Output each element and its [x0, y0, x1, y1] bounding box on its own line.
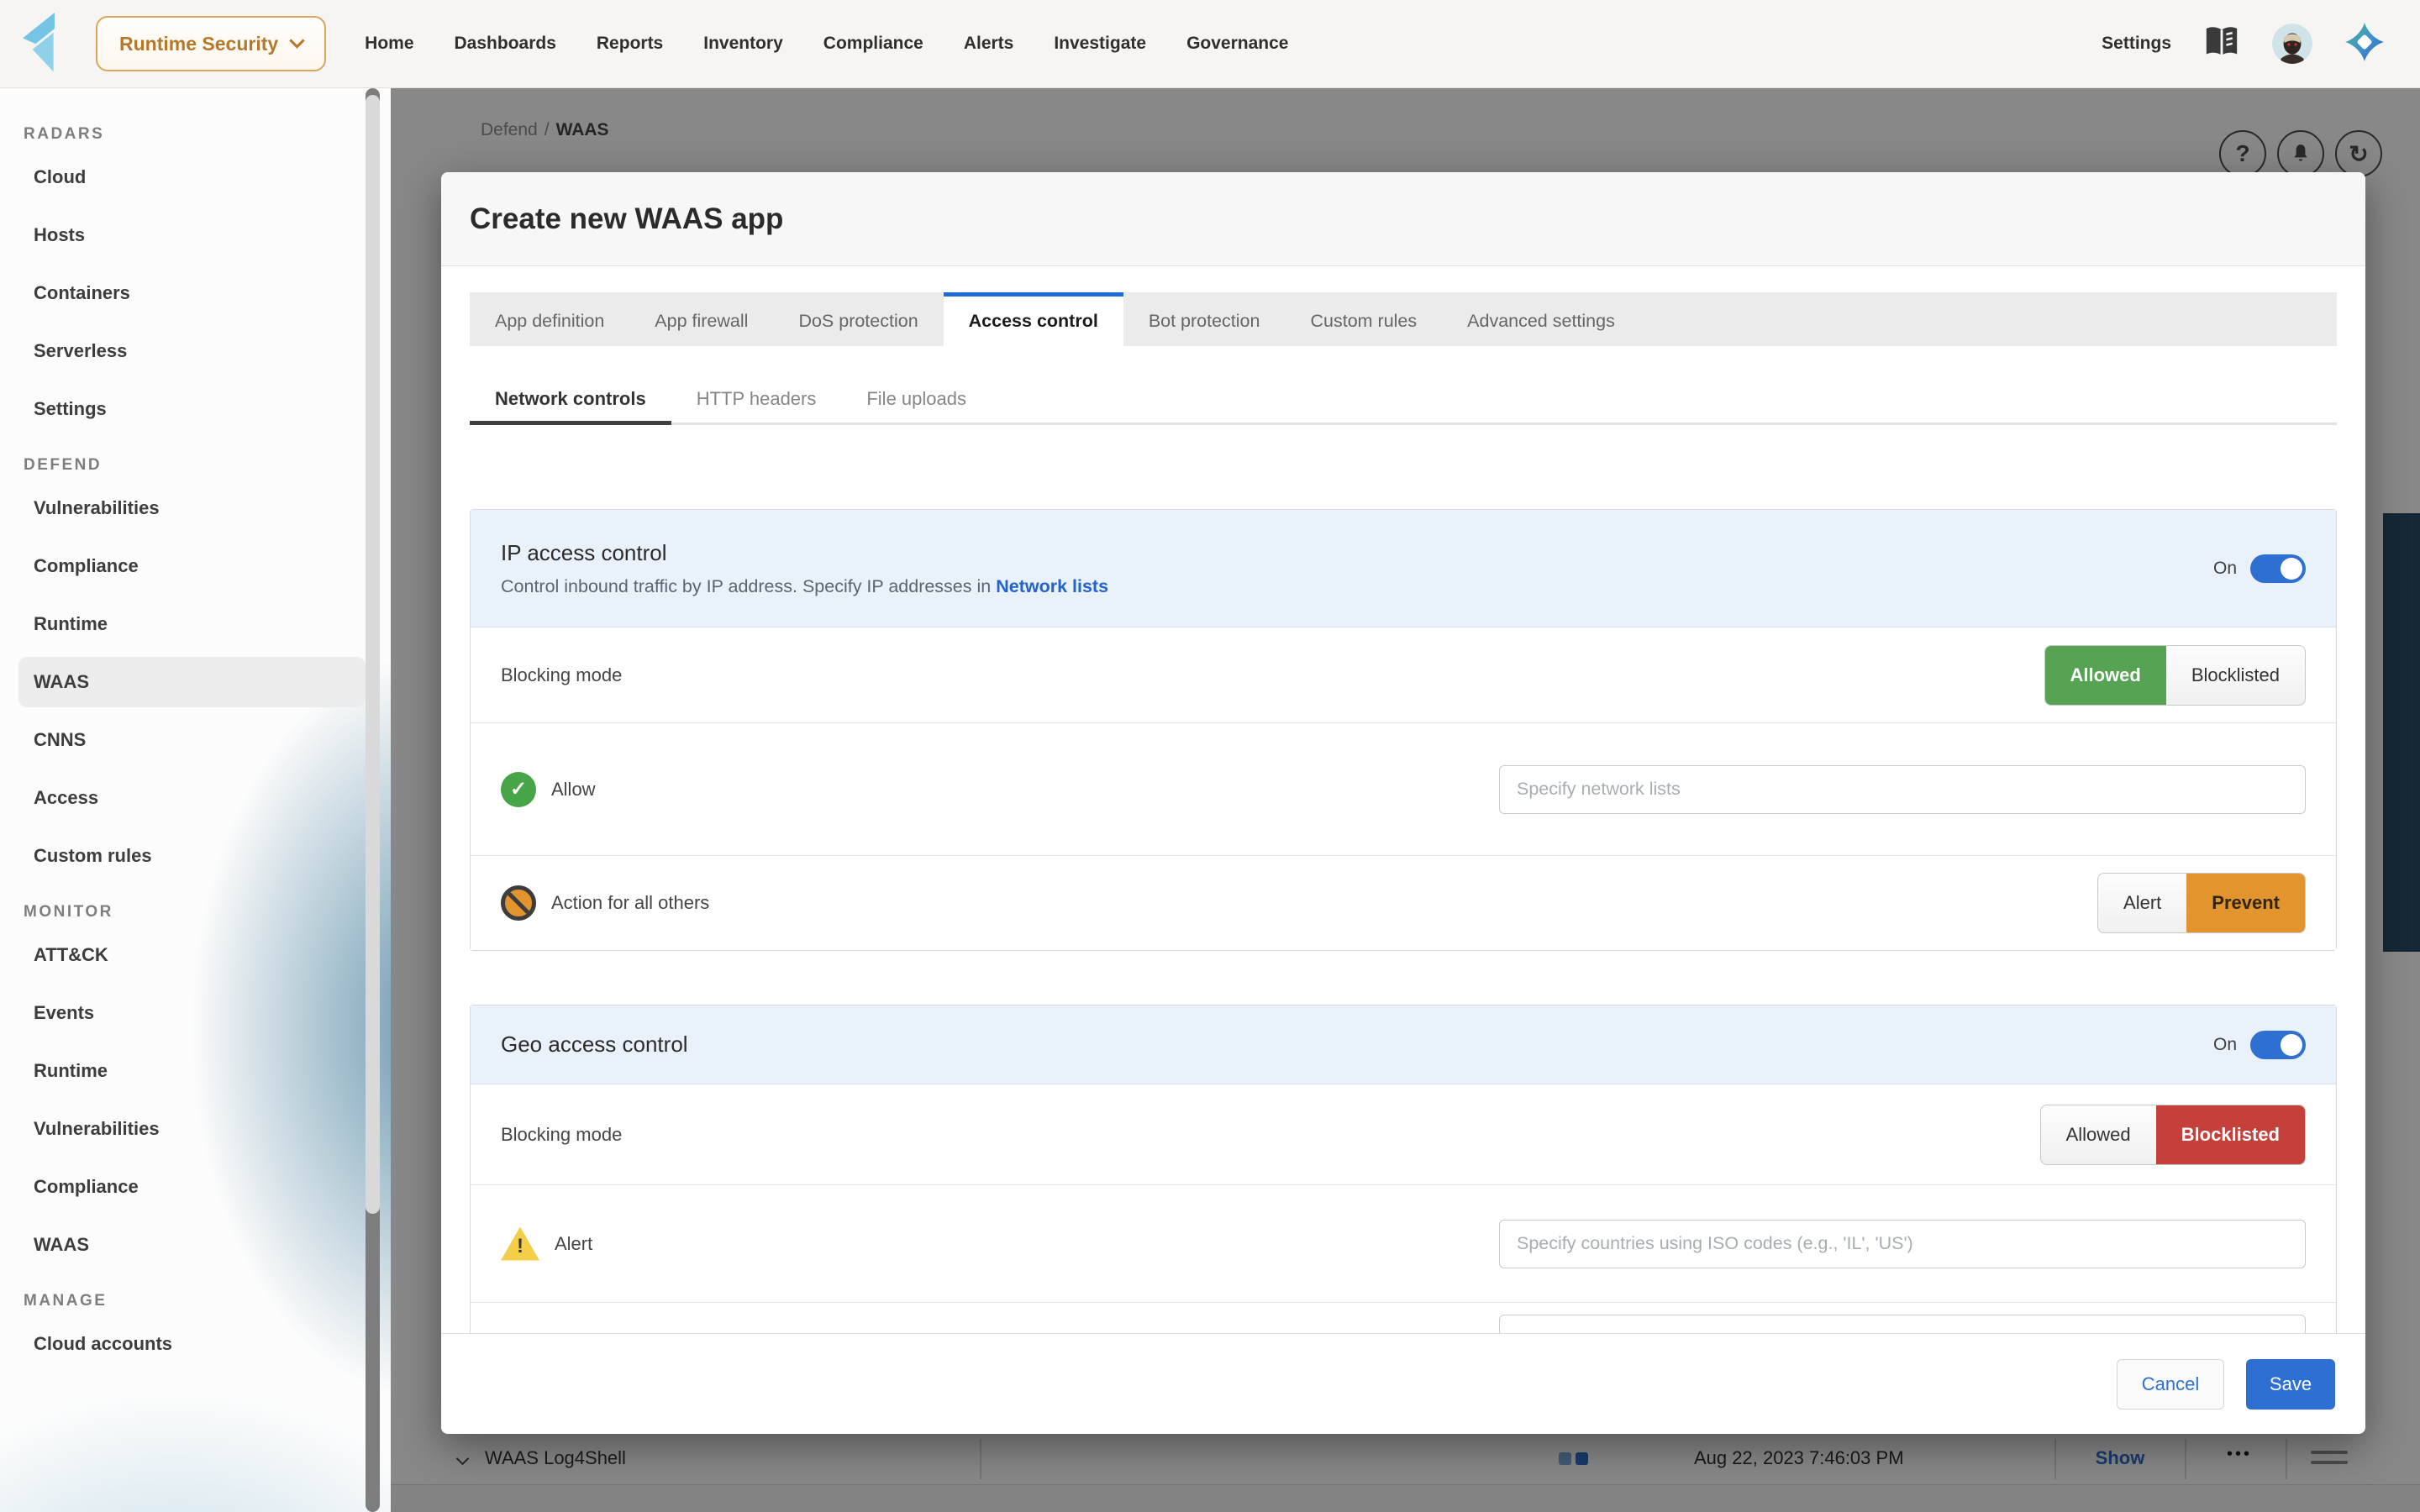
sidebar-item-containers[interactable]: Containers	[18, 268, 366, 318]
sidebar-item-serverless[interactable]: Serverless	[18, 326, 366, 376]
ip-blocking-mode-segmented: Allowed Blocklisted	[2044, 645, 2307, 706]
nav-item-dashboards[interactable]: Dashboards	[455, 34, 556, 54]
nav-item-investigate[interactable]: Investigate	[1054, 34, 1146, 54]
ip-allowed-button[interactable]: Allowed	[2045, 646, 2166, 705]
nav-item-compliance[interactable]: Compliance	[823, 34, 923, 54]
geo-access-toggle[interactable]	[2250, 1031, 2306, 1059]
nav-item-alerts[interactable]: Alerts	[964, 34, 1014, 54]
ip-section-title: IP access control	[501, 540, 1108, 566]
sidebar-scrollbar-thumb[interactable]	[366, 95, 380, 1214]
sidebar-item-vulnerabilities-monitor[interactable]: Vulnerabilities	[18, 1104, 366, 1154]
subtab-file-uploads[interactable]: File uploads	[841, 376, 992, 425]
ip-blocklisted-button[interactable]: Blocklisted	[2166, 646, 2305, 705]
tab-bot-protection[interactable]: Bot protection	[1123, 292, 1286, 346]
alert-warning-icon	[501, 1227, 539, 1261]
geo-section-title: Geo access control	[501, 1032, 688, 1058]
runtime-security-logo-icon	[20, 13, 59, 75]
ip-access-toggle[interactable]	[2250, 554, 2306, 583]
subtab-network-controls[interactable]: Network controls	[470, 376, 671, 425]
tab-app-firewall[interactable]: App firewall	[629, 292, 773, 346]
sidebar-item-runtime[interactable]: Runtime	[18, 599, 366, 649]
ip-action-segmented: Alert Prevent	[2097, 873, 2306, 933]
ip-access-control-section: IP access control Control inbound traffi…	[470, 509, 2337, 951]
sidebar-section-radars: RADARS	[24, 125, 391, 145]
modal-title: Create new WAAS app	[470, 202, 783, 236]
tab-dos-protection[interactable]: DoS protection	[773, 292, 943, 346]
sidebar-item-compliance-monitor[interactable]: Compliance	[18, 1162, 366, 1212]
nav-item-inventory[interactable]: Inventory	[703, 34, 783, 54]
tab-custom-rules[interactable]: Custom rules	[1285, 292, 1442, 346]
geo-allowed-button[interactable]: Allowed	[2041, 1105, 2156, 1164]
sidebar: RADARS Cloud Hosts Containers Serverless…	[0, 88, 391, 1512]
nav-item-settings[interactable]: Settings	[2102, 34, 2171, 54]
geo-access-control-section: Geo access control On Blocking mode Allo…	[470, 1005, 2337, 1371]
top-nav: Runtime Security Home Dashboards Reports…	[0, 0, 2420, 88]
modal-footer: Cancel Save	[441, 1333, 2365, 1434]
modal-tabs: App definition App firewall DoS protecti…	[470, 292, 2337, 346]
ip-toggle-state-label: On	[2213, 559, 2237, 579]
modal-subtabs: Network controls HTTP headers File uploa…	[470, 376, 2337, 425]
ip-section-description: Control inbound traffic by IP address. S…	[501, 576, 1108, 597]
geo-alert-label: Alert	[555, 1233, 592, 1255]
nav-item-home[interactable]: Home	[365, 34, 413, 54]
action-for-others-label: Action for all others	[551, 892, 709, 914]
sidebar-item-access[interactable]: Access	[18, 773, 366, 823]
sidebar-item-attck[interactable]: ATT&CK	[18, 930, 366, 980]
subtab-http-headers[interactable]: HTTP headers	[671, 376, 842, 425]
sidebar-item-events[interactable]: Events	[18, 988, 366, 1038]
allow-label: Allow	[551, 779, 596, 801]
create-waas-app-modal: Create new WAAS app App definition App f…	[441, 172, 2365, 1434]
save-button[interactable]: Save	[2246, 1359, 2335, 1410]
allow-check-icon	[501, 772, 536, 807]
tab-app-definition[interactable]: App definition	[470, 292, 629, 346]
prohibition-icon	[501, 885, 536, 921]
sidebar-item-hosts[interactable]: Hosts	[18, 210, 366, 260]
tab-access-control[interactable]: Access control	[944, 292, 1123, 346]
sidebar-item-waas-active[interactable]: WAAS	[18, 657, 366, 707]
sidebar-section-defend: DEFEND	[24, 456, 391, 476]
sidebar-item-waas-monitor[interactable]: WAAS	[18, 1220, 366, 1270]
sidebar-item-cloud-accounts[interactable]: Cloud accounts	[18, 1319, 366, 1369]
network-lists-input[interactable]	[1499, 765, 2306, 814]
chevron-down-icon	[289, 33, 304, 48]
sidebar-item-compliance[interactable]: Compliance	[18, 541, 366, 591]
sidebar-item-runtime-monitor[interactable]: Runtime	[18, 1046, 366, 1096]
documentation-book-icon[interactable]	[2203, 25, 2240, 63]
sidebar-section-manage: MANAGE	[24, 1292, 391, 1312]
sidebar-item-custom-rules[interactable]: Custom rules	[18, 831, 366, 881]
geo-blocking-mode-label: Blocking mode	[501, 1124, 622, 1146]
geo-blocklisted-button[interactable]: Blocklisted	[2156, 1105, 2305, 1164]
main-nav: Home Dashboards Reports Inventory Compli…	[365, 34, 1288, 54]
ip-prevent-button[interactable]: Prevent	[2186, 874, 2305, 932]
ip-blocking-mode-label: Blocking mode	[501, 664, 622, 686]
user-avatar[interactable]	[2272, 24, 2312, 64]
sidebar-item-cloud[interactable]: Cloud	[18, 152, 366, 202]
product-switcher[interactable]: Runtime Security	[96, 16, 326, 71]
geo-toggle-state-label: On	[2213, 1035, 2237, 1055]
network-lists-link[interactable]: Network lists	[996, 576, 1108, 596]
sidebar-item-cnns[interactable]: CNNS	[18, 715, 366, 765]
modal-header: Create new WAAS app	[441, 172, 2365, 266]
product-switcher-label: Runtime Security	[119, 33, 278, 55]
sidebar-section-monitor: MONITOR	[24, 903, 391, 923]
ip-alert-button[interactable]: Alert	[2098, 874, 2186, 932]
tab-advanced-settings[interactable]: Advanced settings	[1442, 292, 1640, 346]
nav-item-reports[interactable]: Reports	[597, 34, 663, 54]
prisma-cloud-logo-icon[interactable]	[2344, 22, 2385, 66]
sidebar-item-vulnerabilities[interactable]: Vulnerabilities	[18, 483, 366, 533]
nav-item-governance[interactable]: Governance	[1186, 34, 1288, 54]
geo-countries-input[interactable]	[1499, 1220, 2306, 1268]
sidebar-item-settings[interactable]: Settings	[18, 384, 366, 434]
geo-blocking-mode-segmented: Allowed Blocklisted	[2040, 1105, 2306, 1165]
cancel-button[interactable]: Cancel	[2117, 1359, 2224, 1410]
